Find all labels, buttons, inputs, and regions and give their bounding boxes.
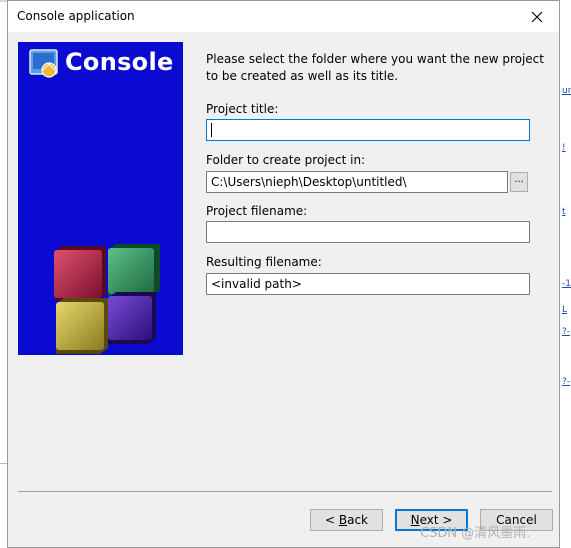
background-link[interactable]: t — [562, 207, 566, 217]
csdn-watermark: CSDN @清风墨雨. — [420, 526, 531, 541]
wizard-banner: Console — [18, 42, 183, 355]
next-button-mnemonic: N — [410, 513, 420, 527]
banner-title: Console — [65, 48, 174, 76]
resulting-filename-value: <invalid path> — [211, 277, 302, 291]
background-link[interactable]: ?- — [562, 327, 570, 337]
resulting-filename-label: Resulting filename: — [206, 255, 322, 269]
folder-label: Folder to create project in: — [206, 153, 366, 167]
text-caret — [211, 123, 212, 137]
console-app-icon — [29, 49, 58, 78]
button-separator — [18, 491, 552, 492]
folder-input[interactable]: C:\Users\nieph\Desktop\untitled\ — [206, 171, 508, 193]
project-title-label: Project title: — [206, 102, 279, 116]
back-button[interactable]: < Back — [310, 509, 383, 531]
browse-folder-button[interactable]: ... — [510, 172, 528, 192]
folder-value: C:\Users\nieph\Desktop\untitled\ — [211, 175, 407, 189]
background-link[interactable]: ur — [562, 86, 571, 96]
project-filename-label: Project filename: — [206, 204, 308, 218]
resulting-filename-input[interactable]: <invalid path> — [206, 273, 530, 295]
window-title: Console application — [17, 9, 135, 23]
background-link[interactable]: ! — [562, 143, 566, 153]
close-button[interactable] — [515, 1, 559, 32]
background-link[interactable]: -1 — [562, 279, 571, 289]
project-title-input[interactable] — [206, 119, 530, 141]
title-bar[interactable]: Console application — [8, 1, 559, 32]
close-icon — [531, 11, 543, 22]
back-button-mnemonic: B — [338, 513, 348, 527]
console-application-dialog: Console application Console Please selec… — [7, 0, 560, 548]
intro-text: Please select the folder where you want … — [206, 52, 544, 83]
back-button-rest: ack — [347, 513, 368, 527]
project-filename-input[interactable] — [206, 221, 530, 243]
background-link[interactable]: L — [562, 305, 567, 315]
background-app — [560, 0, 571, 548]
back-button-prefix: < — [324, 513, 339, 527]
background-link[interactable]: ?- — [562, 377, 570, 387]
code-blocks-cubes-logo — [54, 244, 160, 354]
